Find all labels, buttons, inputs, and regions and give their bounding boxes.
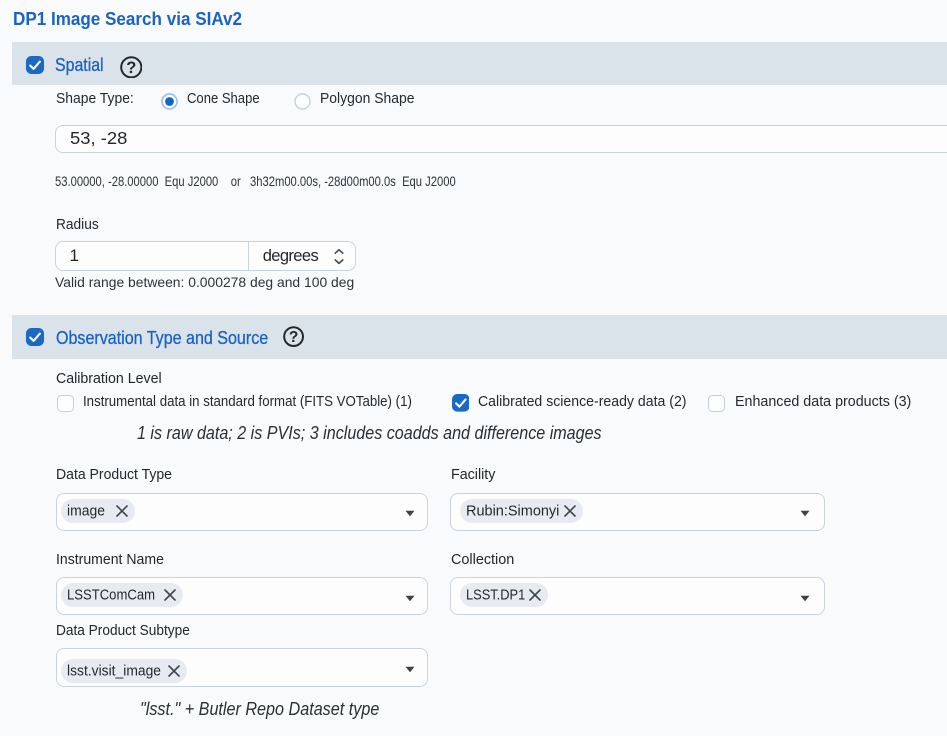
svg-text:?: ? xyxy=(289,330,298,347)
svg-text:?: ? xyxy=(126,59,136,77)
